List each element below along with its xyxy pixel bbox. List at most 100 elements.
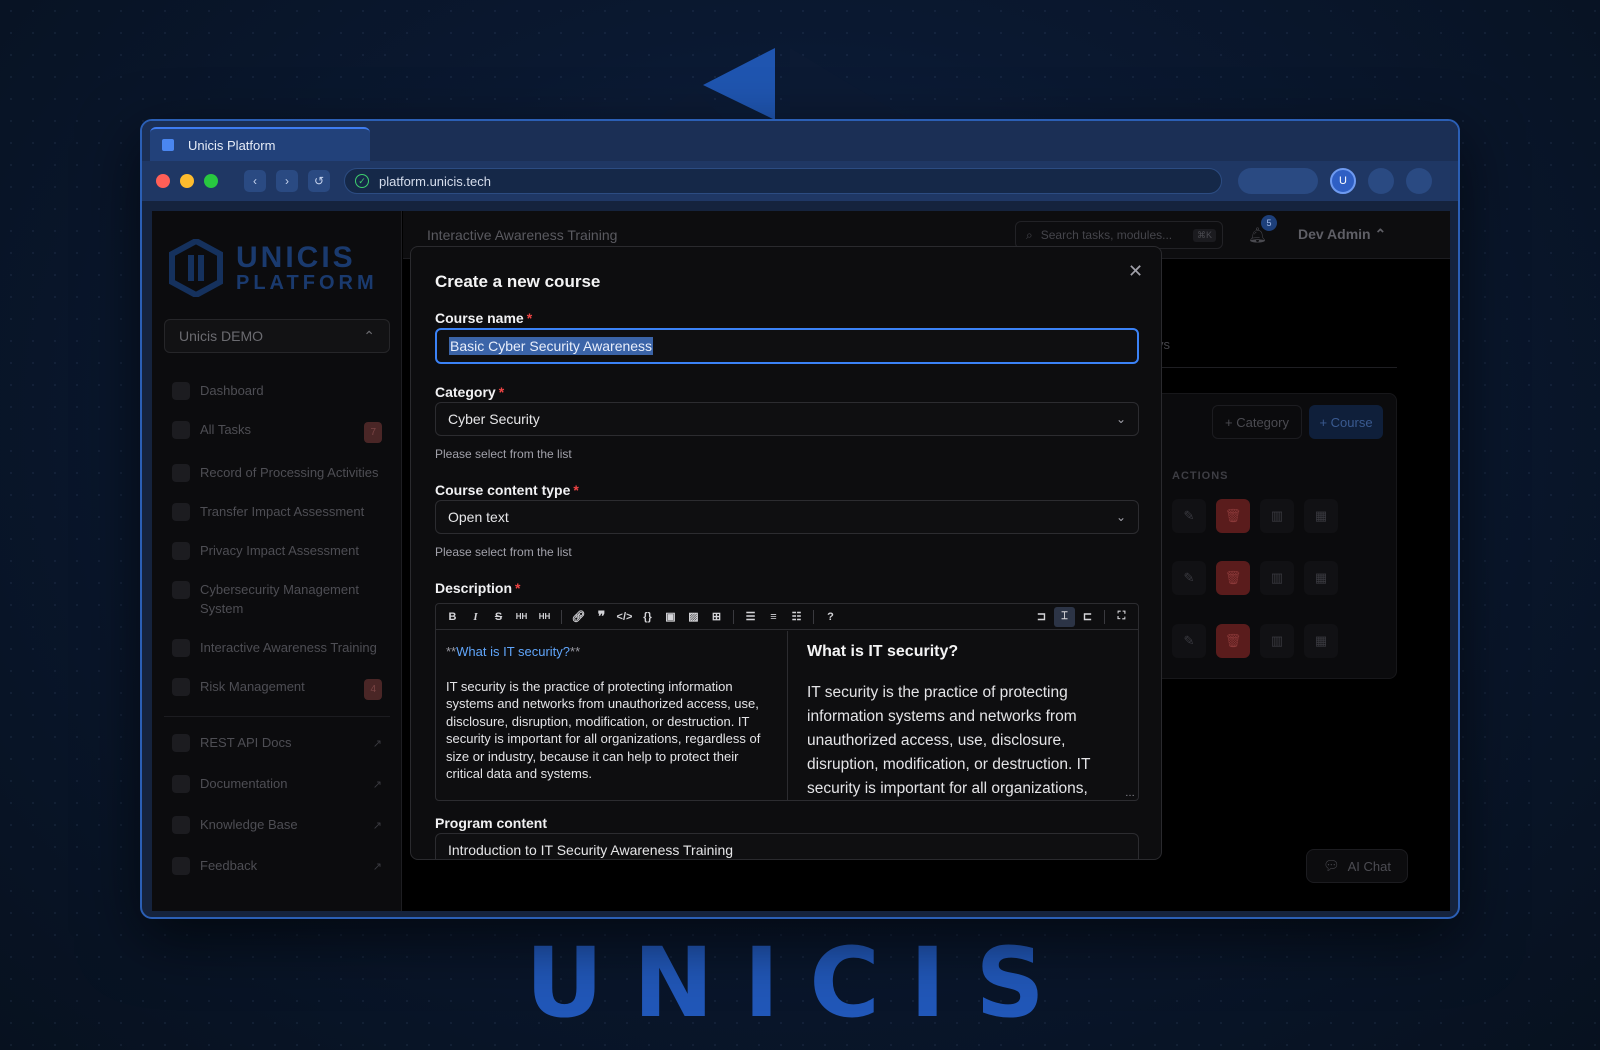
category-help: Please select from the list [435, 447, 572, 461]
toolbar-pill-button[interactable] [1238, 168, 1318, 194]
split-mode-icon[interactable]: ⌶ [1054, 606, 1075, 627]
course-name-label: Course name * [435, 310, 533, 326]
stats-icon[interactable]: ▥ [1260, 624, 1294, 658]
bold-icon[interactable]: B [442, 607, 463, 627]
org-name: Unicis DEMO [179, 328, 264, 344]
sidebar-item-label: Record of Processing Activities [200, 465, 379, 480]
resize-handle-icon[interactable]: … [1125, 788, 1135, 799]
sidebar-link-rest-api-docs[interactable]: REST API Docs ↗ [152, 723, 402, 764]
edit-icon[interactable]: ✎ [1172, 624, 1206, 658]
reload-icon[interactable]: ↺ [308, 170, 330, 192]
sidebar-item-risk-management[interactable]: Risk Management 4 [152, 667, 402, 710]
url-bar[interactable]: ✓ platform.unicis.tech [344, 168, 1222, 194]
table-icon[interactable]: ▦ [1304, 499, 1338, 533]
modal-title: Create a new course [435, 272, 601, 291]
add-category-button[interactable]: + Category [1212, 405, 1302, 439]
tab-bar: Unicis Platform [142, 121, 1458, 161]
sidebar-link-feedback[interactable]: Feedback ↗ [152, 846, 402, 887]
edit-icon[interactable]: ✎ [1172, 499, 1206, 533]
platform-logo: UNICIS PLATFORM [168, 239, 378, 297]
table-icon[interactable]: ▦ [1304, 561, 1338, 595]
forward-icon[interactable]: › [276, 170, 298, 192]
logo-line2: PLATFORM [236, 272, 378, 294]
book-icon [172, 816, 190, 834]
chat-icon [172, 857, 190, 875]
description-label: Description * [435, 580, 521, 596]
markdown-body: IT security is the practice of protectin… [446, 678, 761, 782]
menu-icon[interactable] [1406, 168, 1432, 194]
sidebar-item-tia[interactable]: Transfer Impact Assessment [152, 492, 402, 531]
bullet-list-icon[interactable]: ☰ [740, 607, 761, 627]
sidebar-link-documentation[interactable]: Documentation ↗ [152, 764, 402, 805]
row-actions: ✎ 🗑︎ ▥ ▦ [1172, 624, 1338, 658]
sidebar-item-csms[interactable]: Cybersecurity Management System [152, 570, 402, 628]
edit-icon[interactable]: ✎ [1172, 561, 1206, 595]
table-icon[interactable]: ⊞ [706, 607, 727, 627]
risk-icon [172, 678, 190, 696]
browser-toolbar: ‹ › ↺ ✓ platform.unicis.tech U [142, 161, 1458, 201]
url-text: platform.unicis.tech [379, 173, 491, 189]
content-type-select[interactable]: Open text ⌄ [435, 500, 1139, 534]
browser-tab[interactable]: Unicis Platform [150, 127, 370, 161]
program-content-input[interactable]: Introduction to IT Security Awareness Tr… [435, 833, 1139, 859]
shield-icon [172, 581, 190, 599]
delete-icon[interactable]: 🗑︎ [1216, 624, 1250, 658]
close-icon[interactable]: ✕ [1128, 261, 1143, 282]
content-type-value: Open text [448, 509, 509, 525]
search-input[interactable]: ⌕ Search tasks, modules... ⌘K [1015, 221, 1223, 249]
editor-toolbar: B I S HH HH 🔗︎ ❞ </> {} ▣ ▨ ⊞ ☰ ≡ ☷ ? ⊐ … [436, 604, 1138, 630]
code-icon[interactable]: </> [614, 607, 635, 627]
numbered-list-icon[interactable]: ≡ [763, 607, 784, 627]
app-viewport: UNICIS PLATFORM Unicis DEMO ⌃ Dashboard … [152, 211, 1450, 911]
fullscreen-icon[interactable]: ⛶ [1111, 607, 1132, 627]
delete-icon[interactable]: 🗑︎ [1216, 561, 1250, 595]
category-select[interactable]: Cyber Security ⌄ [435, 402, 1139, 436]
sidebar-item-all-tasks[interactable]: All Tasks 7 [152, 410, 402, 453]
logo-line1: UNICIS [236, 241, 356, 274]
markdown-textarea[interactable]: **What is IT security?** IT security is … [436, 631, 788, 801]
delete-icon[interactable]: 🗑︎ [1216, 499, 1250, 533]
sidebar-item-dashboard[interactable]: Dashboard [152, 371, 402, 410]
extension-icon[interactable] [1368, 168, 1394, 194]
ai-chat-button[interactable]: 💬︎ AI Chat [1306, 849, 1408, 883]
add-course-button[interactable]: + Course [1309, 405, 1383, 439]
minimize-window-icon[interactable] [180, 174, 194, 188]
preview-heading: What is IT security? [807, 643, 959, 660]
user-menu[interactable]: Dev Admin ⌃ [1298, 226, 1386, 243]
sidebar-item-awareness-training[interactable]: Interactive Awareness Training [152, 628, 402, 667]
favicon-icon [162, 139, 174, 151]
ai-chat-label: AI Chat [1347, 858, 1391, 874]
course-name-input[interactable]: Basic Cyber Security Awareness [435, 328, 1139, 364]
sidebar-link-knowledge-base[interactable]: Knowledge Base ↗ [152, 805, 402, 846]
italic-icon[interactable]: I [465, 607, 486, 627]
sidebar-item-ropa[interactable]: Record of Processing Activities [152, 453, 402, 492]
preview-mode-icon[interactable]: ⊏ [1077, 607, 1098, 627]
org-selector[interactable]: Unicis DEMO ⌃ [164, 319, 390, 353]
back-icon[interactable]: ‹ [244, 170, 266, 192]
sidebar-item-label: Interactive Awareness Training [200, 640, 377, 655]
sidebar-divider [164, 716, 390, 717]
sidebar-item-label: Privacy Impact Assessment [200, 543, 359, 558]
heading-smaller-icon[interactable]: HH [534, 607, 555, 627]
image-icon[interactable]: ▨ [683, 607, 704, 627]
edit-mode-icon[interactable]: ⊐ [1031, 607, 1052, 627]
markdown-heading-line: **What is IT security?** [446, 644, 581, 659]
close-window-icon[interactable] [156, 174, 170, 188]
category-value: Cyber Security [448, 411, 540, 427]
updown-chevron-icon: ⌃ [363, 327, 375, 344]
sidebar-item-pia[interactable]: Privacy Impact Assessment [152, 531, 402, 570]
link-icon[interactable]: 🔗︎ [568, 607, 589, 627]
maximize-window-icon[interactable] [204, 174, 218, 188]
stats-icon[interactable]: ▥ [1260, 561, 1294, 595]
checklist-icon[interactable]: ☷ [786, 607, 807, 627]
code-block-icon[interactable]: {} [637, 607, 658, 627]
profile-avatar[interactable]: U [1330, 168, 1356, 194]
search-placeholder: Search tasks, modules... [1040, 228, 1173, 242]
heading-icon[interactable]: HH [511, 607, 532, 627]
strikethrough-icon[interactable]: S [488, 607, 509, 627]
table-icon[interactable]: ▦ [1304, 624, 1338, 658]
stats-icon[interactable]: ▥ [1260, 499, 1294, 533]
help-icon[interactable]: ? [820, 607, 841, 627]
quote-icon[interactable]: ❞ [591, 607, 612, 627]
comment-icon[interactable]: ▣ [660, 607, 681, 627]
